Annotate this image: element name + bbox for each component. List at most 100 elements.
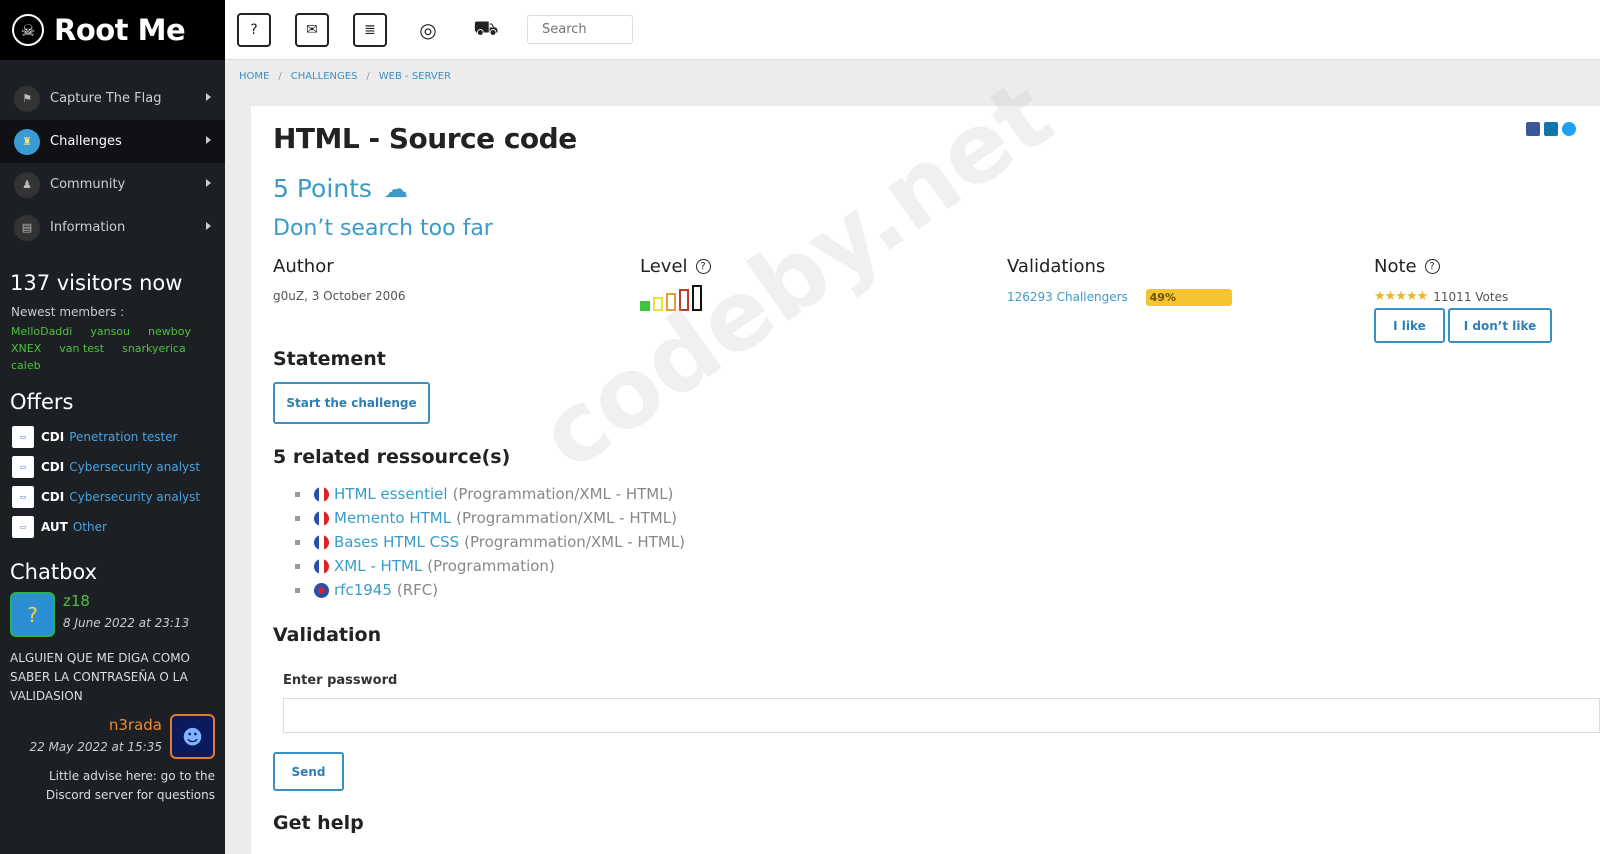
resource-link[interactable]: Memento HTML — [334, 509, 451, 527]
top-toolbar: ? ✉ ≣ ◎ ⛟ — [225, 0, 1600, 60]
sidebar-item-community[interactable]: ♟ Community — [0, 163, 225, 206]
linkedin-icon[interactable] — [1544, 122, 1558, 136]
member-link[interactable]: XNEX — [11, 340, 41, 357]
breadcrumb-home[interactable]: HOME — [239, 71, 269, 82]
resources-title: 5 related ressource(s) — [273, 446, 511, 468]
search-input[interactable] — [527, 15, 633, 44]
member-link[interactable]: van test — [59, 340, 104, 357]
share-buttons — [1526, 122, 1576, 136]
chat-date: 22 May 2022 at 15:35 — [29, 740, 162, 754]
points-label: 5 Points — [273, 174, 372, 203]
twitter-icon[interactable] — [1562, 122, 1576, 136]
breadcrumb: HOME / CHALLENGES / WEB - SERVER — [239, 71, 452, 82]
challenge-points: 5 Points ☁ — [273, 174, 408, 203]
chat-message: n3rada 22 May 2022 at 15:35 ☻ Little adv… — [0, 714, 225, 805]
newest-members-list: MelloDaddi yansou newboy XNEX van test snarky… — [0, 319, 225, 374]
password-input[interactable] — [283, 698, 1600, 733]
resource-link[interactable]: rfc1945 — [334, 581, 392, 599]
sidebar-item-label: Information — [50, 220, 126, 235]
sidebar-item-challenges[interactable]: ♜ Challenges — [0, 120, 225, 163]
skull-logo-icon: ☠ — [12, 14, 44, 46]
level-bar — [692, 285, 702, 311]
chevron-right-icon — [206, 222, 211, 230]
sidebar-item-label: Challenges — [50, 134, 122, 149]
chat-text: Little advise here: go to the Discord se… — [45, 769, 215, 802]
flag-fr-icon — [314, 558, 329, 574]
company-logo-icon: ▭ — [12, 426, 34, 448]
level-label: Level — [640, 256, 688, 277]
list-item: Memento HTML (Programmation/XML - HTML) — [295, 506, 685, 530]
resource-category: (Programmation) — [427, 557, 555, 575]
scores-icon[interactable]: ◎ — [411, 13, 445, 47]
send-button[interactable]: Send — [273, 752, 344, 791]
chat-icon[interactable]: ✉ — [295, 12, 329, 47]
flag-fr-icon — [314, 534, 329, 550]
help-icon[interactable]: ? — [1424, 259, 1440, 274]
faq-icon[interactable]: ? — [237, 12, 271, 47]
chat-username[interactable]: n3rada — [29, 716, 162, 734]
offer-item[interactable]: ▭ CDI Cybersecurity analyst — [0, 482, 225, 512]
member-link[interactable]: yansou — [90, 323, 130, 340]
validations-label: Validations — [1007, 256, 1106, 277]
page-title: HTML - Source code — [273, 122, 577, 155]
list-item: rfc1945 (RFC) — [295, 578, 685, 602]
offer-role[interactable]: Cybersecurity analyst — [69, 490, 200, 504]
visitors-count: 137 visitors now — [10, 271, 183, 295]
facebook-icon[interactable] — [1526, 122, 1540, 136]
breadcrumb-web-server[interactable]: WEB - SERVER — [379, 71, 451, 82]
offer-item[interactable]: ▭ AUT Other — [0, 512, 225, 542]
offer-role[interactable]: Cybersecurity analyst — [69, 460, 200, 474]
chat-text: ALGUIEN QUE ME DIGA COMO SABER LA CONTRA… — [10, 651, 190, 703]
flag-icon: ⚑ — [14, 85, 40, 112]
like-button[interactable]: I like — [1374, 308, 1445, 343]
member-link[interactable]: snarkyerica — [122, 340, 186, 357]
password-label: Enter password — [283, 673, 398, 688]
note-block: Note ? ★★★★★ 11011 Votes I like I don’t … — [1374, 256, 1552, 343]
docs-icon[interactable]: ≣ — [353, 12, 387, 47]
chat-username[interactable]: z18 — [63, 592, 189, 610]
resource-link[interactable]: Bases HTML CSS — [334, 533, 459, 551]
validation-title: Validation — [273, 624, 382, 646]
chat-date: 8 June 2022 at 23:13 — [63, 616, 190, 630]
member-link[interactable]: MelloDaddi — [11, 323, 72, 340]
sidebar-item-label: Community — [50, 177, 126, 192]
level-bar — [640, 301, 650, 311]
offer-type: CDI — [41, 460, 65, 474]
offer-role[interactable]: Other — [73, 520, 107, 534]
person-icon: ♟ — [14, 171, 40, 198]
resource-category: (Programmation/XML - HTML) — [464, 533, 685, 551]
challenge-panel: HTML - Source code 5 Points ☁ Don’t sear… — [251, 106, 1600, 854]
offer-role[interactable]: Penetration tester — [69, 430, 177, 444]
resource-category: (Programmation/XML - HTML) — [456, 509, 677, 527]
level-bar — [679, 289, 689, 311]
list-item: XML - HTML (Programmation) — [295, 554, 685, 578]
logo[interactable]: ☠ Root Me — [0, 0, 225, 60]
sidebar-item-information[interactable]: ▤ Information — [0, 206, 225, 249]
avatar[interactable]: ? — [10, 592, 55, 637]
help-icon[interactable]: ? — [695, 259, 711, 274]
chevron-right-icon — [206, 93, 211, 101]
validations-link[interactable]: 126293 Challengers — [1007, 290, 1128, 304]
list-item: HTML essentiel (Programmation/XML - HTML) — [295, 482, 685, 506]
offer-type: CDI — [41, 490, 65, 504]
member-link[interactable]: caleb — [11, 357, 41, 374]
author-block: Author g0uZ, 3 October 2006 — [273, 256, 406, 303]
cart-icon[interactable]: ⛟ — [469, 13, 503, 47]
offer-item[interactable]: ▭ CDI Cybersecurity analyst — [0, 452, 225, 482]
validations-block: Validations 126293 Challengers 49% — [1007, 256, 1232, 306]
member-link[interactable]: newboy — [148, 323, 191, 340]
dislike-button[interactable]: I don’t like — [1448, 308, 1552, 343]
offer-type: AUT — [41, 520, 68, 534]
start-challenge-button[interactable]: Start the challenge — [273, 382, 430, 424]
offer-item[interactable]: ▭ CDI Penetration tester — [0, 422, 225, 452]
avatar[interactable]: ☻ — [170, 714, 215, 759]
rating-stars-icon: ★★★★★ — [1374, 289, 1428, 304]
resource-link[interactable]: XML - HTML — [334, 557, 422, 575]
logo-text: Root Me — [54, 13, 186, 47]
resource-link[interactable]: HTML essentiel — [334, 485, 448, 503]
offer-type: CDI — [41, 430, 65, 444]
sidebar-item-capture-the-flag[interactable]: ⚑ Capture The Flag — [0, 77, 225, 120]
level-bar — [653, 297, 663, 311]
breadcrumb-challenges[interactable]: CHALLENGES — [291, 71, 358, 82]
web-server-category-icon: ☁ — [383, 174, 408, 203]
